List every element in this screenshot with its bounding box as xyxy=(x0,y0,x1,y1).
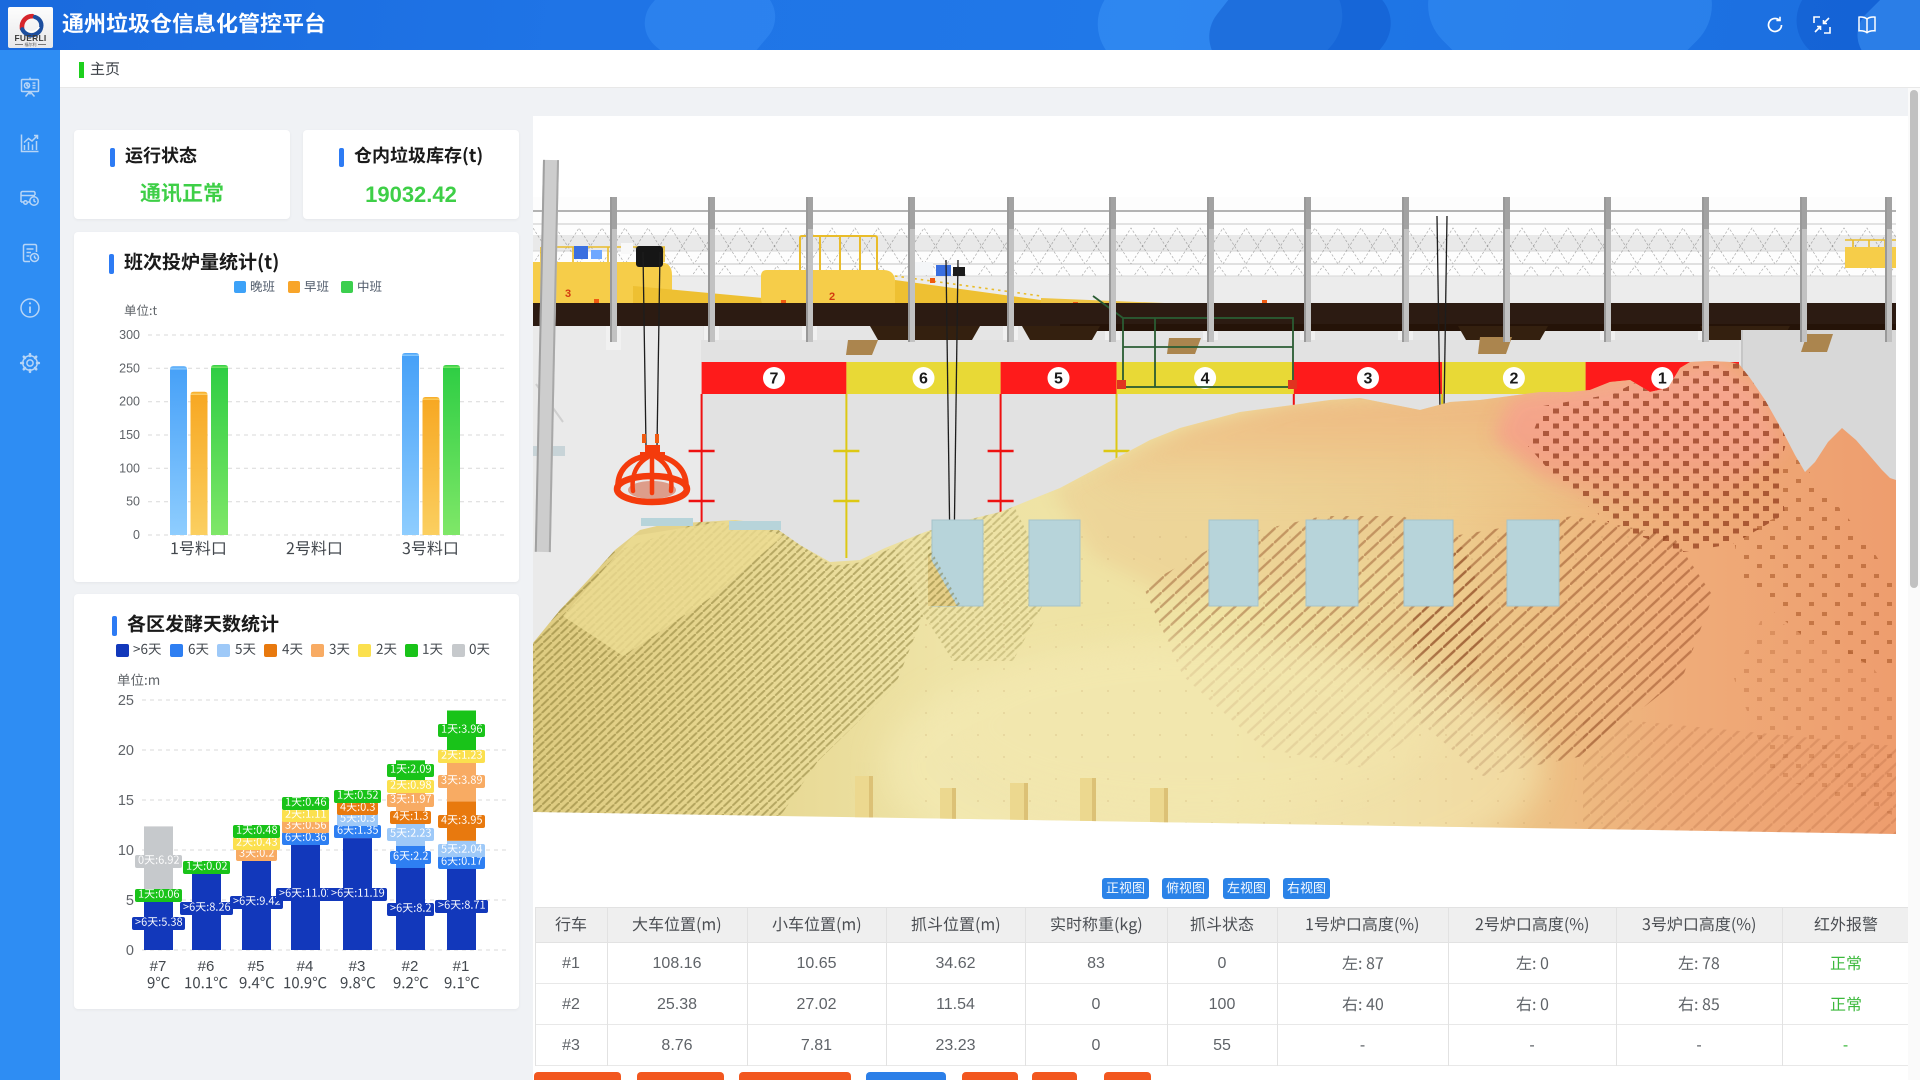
svg-text:15: 15 xyxy=(118,793,134,809)
svg-text:1: 1 xyxy=(1658,371,1667,388)
svg-text:250: 250 xyxy=(119,361,140,375)
svg-text:3: 3 xyxy=(1364,371,1373,388)
svg-text:150: 150 xyxy=(119,428,140,442)
svg-text:300: 300 xyxy=(119,328,140,342)
svg-text:25: 25 xyxy=(118,693,134,709)
svg-text:0: 0 xyxy=(126,943,134,959)
svg-text:10: 10 xyxy=(118,843,134,859)
svg-text:3: 3 xyxy=(565,288,571,300)
svg-text:5: 5 xyxy=(1054,371,1063,388)
svg-text:2: 2 xyxy=(829,291,835,303)
svg-text:50: 50 xyxy=(126,495,140,509)
svg-text:7: 7 xyxy=(770,371,779,388)
svg-text:20: 20 xyxy=(118,743,134,759)
svg-text:2: 2 xyxy=(1509,371,1518,388)
svg-text:100: 100 xyxy=(119,461,140,475)
svg-text:0: 0 xyxy=(133,528,140,542)
svg-text:200: 200 xyxy=(119,395,140,409)
svg-text:福尔利: 福尔利 xyxy=(25,41,37,47)
svg-text:5: 5 xyxy=(126,893,134,909)
svg-text:4: 4 xyxy=(1201,371,1210,388)
svg-text:6: 6 xyxy=(919,371,928,388)
